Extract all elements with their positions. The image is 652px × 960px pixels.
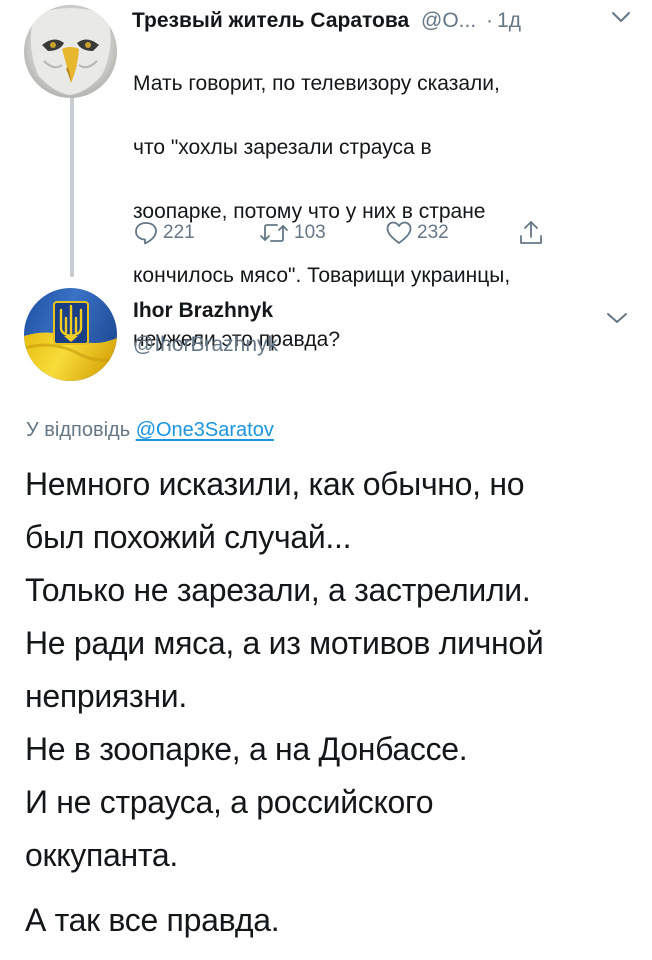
tweet-text-line: Немного исказили, как обычно, но bbox=[25, 466, 525, 502]
like-icon bbox=[386, 221, 412, 244]
retweet-count: 103 bbox=[294, 222, 326, 243]
author-name[interactable]: Ihor Brazhnyk bbox=[133, 297, 273, 325]
parent-tweet[interactable]: Трезвый житель Саратова @О... · 1д Мать г… bbox=[0, 0, 652, 351]
separator-dot: · bbox=[486, 9, 494, 32]
like-button[interactable]: 232 bbox=[385, 218, 449, 248]
tweet-text-line: Не ради мяса, а из мотивов личной bbox=[25, 625, 544, 661]
eagle-avatar-image bbox=[30, 8, 111, 95]
ukraine-flag-avatar-image bbox=[24, 288, 117, 381]
tweet-text-line: кончилось мясо". Товарищи украинцы, bbox=[133, 264, 511, 287]
author-name[interactable]: Трезвый житель Саратова bbox=[132, 9, 409, 32]
tweet-time[interactable]: 1д bbox=[497, 9, 521, 32]
avatar[interactable] bbox=[24, 5, 117, 98]
share-icon bbox=[520, 221, 542, 244]
reply-icon bbox=[135, 222, 157, 245]
tweet-text-line: Не в зоопарке, а на Донбассе. bbox=[25, 731, 468, 767]
replying-to-mention-link[interactable]: @One3Saratov bbox=[136, 419, 274, 441]
tweet-text-line: что "хохлы зарезали страуса в bbox=[133, 136, 432, 159]
author-handle[interactable]: @О... bbox=[421, 9, 476, 32]
replying-to: У відповідь @One3Saratov bbox=[26, 417, 274, 443]
tweet-text-line: оккупанта. bbox=[25, 837, 178, 873]
tweet-text-line: неприязни. bbox=[25, 678, 187, 714]
tweet-text-line: И не страуса, а российского bbox=[25, 784, 434, 820]
tweet-text-line: А так все правда. bbox=[25, 902, 280, 938]
retweet-icon bbox=[260, 224, 288, 242]
author-handle[interactable]: @IhorBrazhnyk bbox=[133, 331, 278, 359]
share-button[interactable] bbox=[518, 218, 544, 248]
avatar[interactable] bbox=[24, 288, 117, 381]
replying-to-label: У відповідь bbox=[26, 419, 131, 441]
chevron-down-icon[interactable] bbox=[604, 307, 630, 329]
parent-tweet-header: Трезвый житель Саратова @О... · 1д bbox=[132, 6, 632, 36]
retweet-button[interactable]: 103 bbox=[258, 218, 326, 248]
reply-count: 221 bbox=[163, 222, 195, 243]
tweet-text-line: Мать говорит, по телевизору сказали, bbox=[133, 72, 500, 95]
tweet-actions: 221 103 232 bbox=[133, 218, 603, 248]
reply-button[interactable]: 221 bbox=[133, 218, 195, 248]
tweet-text: Немного исказили, как обычно, но был пох… bbox=[25, 458, 635, 947]
chevron-down-icon[interactable] bbox=[610, 6, 632, 28]
thread-connector-line bbox=[70, 97, 74, 277]
like-count: 232 bbox=[417, 222, 449, 243]
tweet-text-line: Только не зарезали, а застрелили. bbox=[25, 572, 531, 608]
tweet-text-line: был похожий случай... bbox=[25, 519, 352, 555]
